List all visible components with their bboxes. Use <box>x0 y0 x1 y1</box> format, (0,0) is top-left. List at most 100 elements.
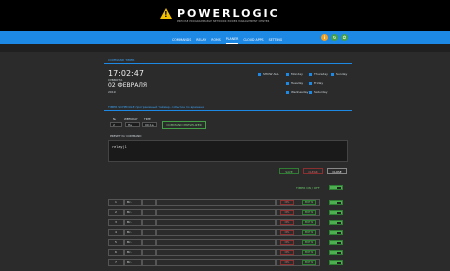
row-toggle[interactable] <box>329 220 343 225</box>
col-label-n: № <box>113 117 116 121</box>
row-number: 7 <box>108 259 124 266</box>
col-label-time: TIME <box>144 117 151 121</box>
checkbox-icon <box>331 72 334 76</box>
checkbox-label: SHOW ALL <box>263 72 279 76</box>
header-bar: POWERLOGIC PRECISE PROGRAMMABLE NETWORK … <box>0 0 450 31</box>
checkbox-icon <box>258 72 261 76</box>
delete-button[interactable]: DEL <box>280 220 294 225</box>
row-toggle[interactable] <box>329 210 343 215</box>
nav-menu: COMMANDS RELAY ROMS PLANER CLOUD APPS SE… <box>172 31 282 44</box>
table-row: 7 Вс. DEL EDIT N <box>104 259 352 267</box>
schedule-divider <box>104 110 352 111</box>
row-number: 2 <box>108 209 124 216</box>
edit-button[interactable]: EDIT N <box>302 220 316 225</box>
delete-button[interactable]: DEL <box>280 250 294 255</box>
schedule-title-text: TIMER SCHEDULE <box>108 105 135 109</box>
row-command-cell <box>156 199 276 206</box>
delete-button[interactable]: DEL <box>280 240 294 245</box>
n-select[interactable]: 2 <box>110 122 122 127</box>
edit-button[interactable]: EDIT N <box>302 200 316 205</box>
checkbox-icon <box>309 90 312 94</box>
section-title: COMMAND TIMER <box>108 58 135 62</box>
edit-button[interactable]: EDIT N <box>302 240 316 245</box>
col-label-weekday: WEEKDAY <box>124 117 138 121</box>
checkbox-label: Wednesday <box>291 90 309 94</box>
checkbox-icon <box>309 81 312 85</box>
row-time-cell <box>142 209 156 216</box>
row-day: Вс. <box>124 249 142 256</box>
row-toggle[interactable] <box>329 230 343 235</box>
row-command-cell <box>156 229 276 236</box>
delete-button[interactable]: DEL <box>280 200 294 205</box>
table-row: 3 Вс. DEL EDIT N <box>104 219 352 227</box>
row-toggle[interactable] <box>329 200 343 205</box>
row-day: Вс. <box>124 229 142 236</box>
edit-button[interactable]: EDIT N <box>302 230 316 235</box>
timer-toggle-label: TIMER ON / OFF <box>296 186 320 190</box>
checkbox-label: Friday <box>314 81 324 85</box>
row-day: Вс. <box>124 239 142 246</box>
checkbox-icon <box>286 81 289 85</box>
close-button[interactable]: CLOSE <box>327 168 347 174</box>
schedule-title: TIMER SCHEDULE программный таймер, событ… <box>108 105 204 109</box>
row-time-cell <box>142 199 156 206</box>
command-textarea[interactable]: relay|1 <box>108 140 348 162</box>
checkbox-label: Saturday <box>314 90 328 94</box>
checkbox-label: Thursday <box>314 72 328 76</box>
delete-button[interactable]: DEL <box>280 210 294 215</box>
checkbox-monday[interactable]: Monday <box>286 72 303 76</box>
command-preselizer-button[interactable]: COMMAND PRESELIZER <box>162 121 206 129</box>
clear-button[interactable]: CLEAR <box>303 168 323 174</box>
brand-name: POWERLOGIC <box>177 7 280 20</box>
clock-time: 17:02:47 <box>108 69 144 78</box>
row-time-cell <box>142 229 156 236</box>
clock-date: 02 ФЕВРАЛЯ <box>108 82 148 89</box>
row-command-cell <box>156 219 276 226</box>
brand-tagline: PRECISE PROGRAMMABLE NETWORK POWER MANAG… <box>177 20 270 23</box>
logo: POWERLOGIC PRECISE PROGRAMMABLE NETWORK … <box>160 8 280 23</box>
timer-toggle[interactable] <box>329 185 343 190</box>
row-toggle[interactable] <box>329 240 343 245</box>
checkbox-thursday[interactable]: Thursday <box>309 72 328 76</box>
row-toggle[interactable] <box>329 250 343 255</box>
checkbox-label: Monday <box>291 72 303 76</box>
weekday-select[interactable]: Пн <box>125 122 140 127</box>
clock-year: 2019 <box>108 90 116 94</box>
checkbox-label: Sunday <box>336 72 348 76</box>
edit-button[interactable]: EDIT N <box>302 250 316 255</box>
row-time-cell <box>142 239 156 246</box>
save-button[interactable]: SAVE <box>279 168 299 174</box>
time-input[interactable]: 00:1a <box>142 122 157 127</box>
delete-button[interactable]: DEL <box>280 230 294 235</box>
nav-bar: COMMANDS RELAY ROMS PLANER CLOUD APPS SE… <box>0 31 450 44</box>
edit-button[interactable]: EDIT N <box>302 260 316 265</box>
row-time-cell <box>142 219 156 226</box>
table-row: 1 Вс. DEL EDIT N <box>104 199 352 207</box>
row-command-cell <box>156 239 276 246</box>
row-command-cell <box>156 259 276 266</box>
row-day: Вс. <box>124 199 142 206</box>
table-row: 4 Вс. DEL EDIT N <box>104 229 352 237</box>
row-number: 3 <box>108 219 124 226</box>
edit-button[interactable]: EDIT N <box>302 210 316 215</box>
header-shadow <box>0 44 450 52</box>
delete-button[interactable]: DEL <box>280 260 294 265</box>
row-command-cell <box>156 249 276 256</box>
info-icon[interactable]: i <box>321 34 328 41</box>
row-day: Вс. <box>124 259 142 266</box>
refresh-icon[interactable]: ↻ <box>331 34 338 41</box>
checkbox-show-all[interactable]: SHOW ALL <box>258 72 279 76</box>
checkbox-friday[interactable]: Friday <box>309 81 323 85</box>
checkbox-icon <box>309 72 312 76</box>
checkbox-wednesday[interactable]: Wednesday <box>286 90 308 94</box>
row-number: 4 <box>108 229 124 236</box>
checkbox-label: Tuesday <box>291 81 304 85</box>
row-toggle[interactable] <box>329 260 343 265</box>
row-day: Вс. <box>124 219 142 226</box>
nav-item-planer[interactable]: PLANER <box>225 37 239 44</box>
checkbox-sunday[interactable]: Sunday <box>331 72 347 76</box>
checkbox-saturday[interactable]: Saturday <box>309 90 328 94</box>
power-icon[interactable]: ⏻ <box>341 34 348 41</box>
checkbox-tuesday[interactable]: Tuesday <box>286 81 303 85</box>
section-divider <box>104 63 352 64</box>
